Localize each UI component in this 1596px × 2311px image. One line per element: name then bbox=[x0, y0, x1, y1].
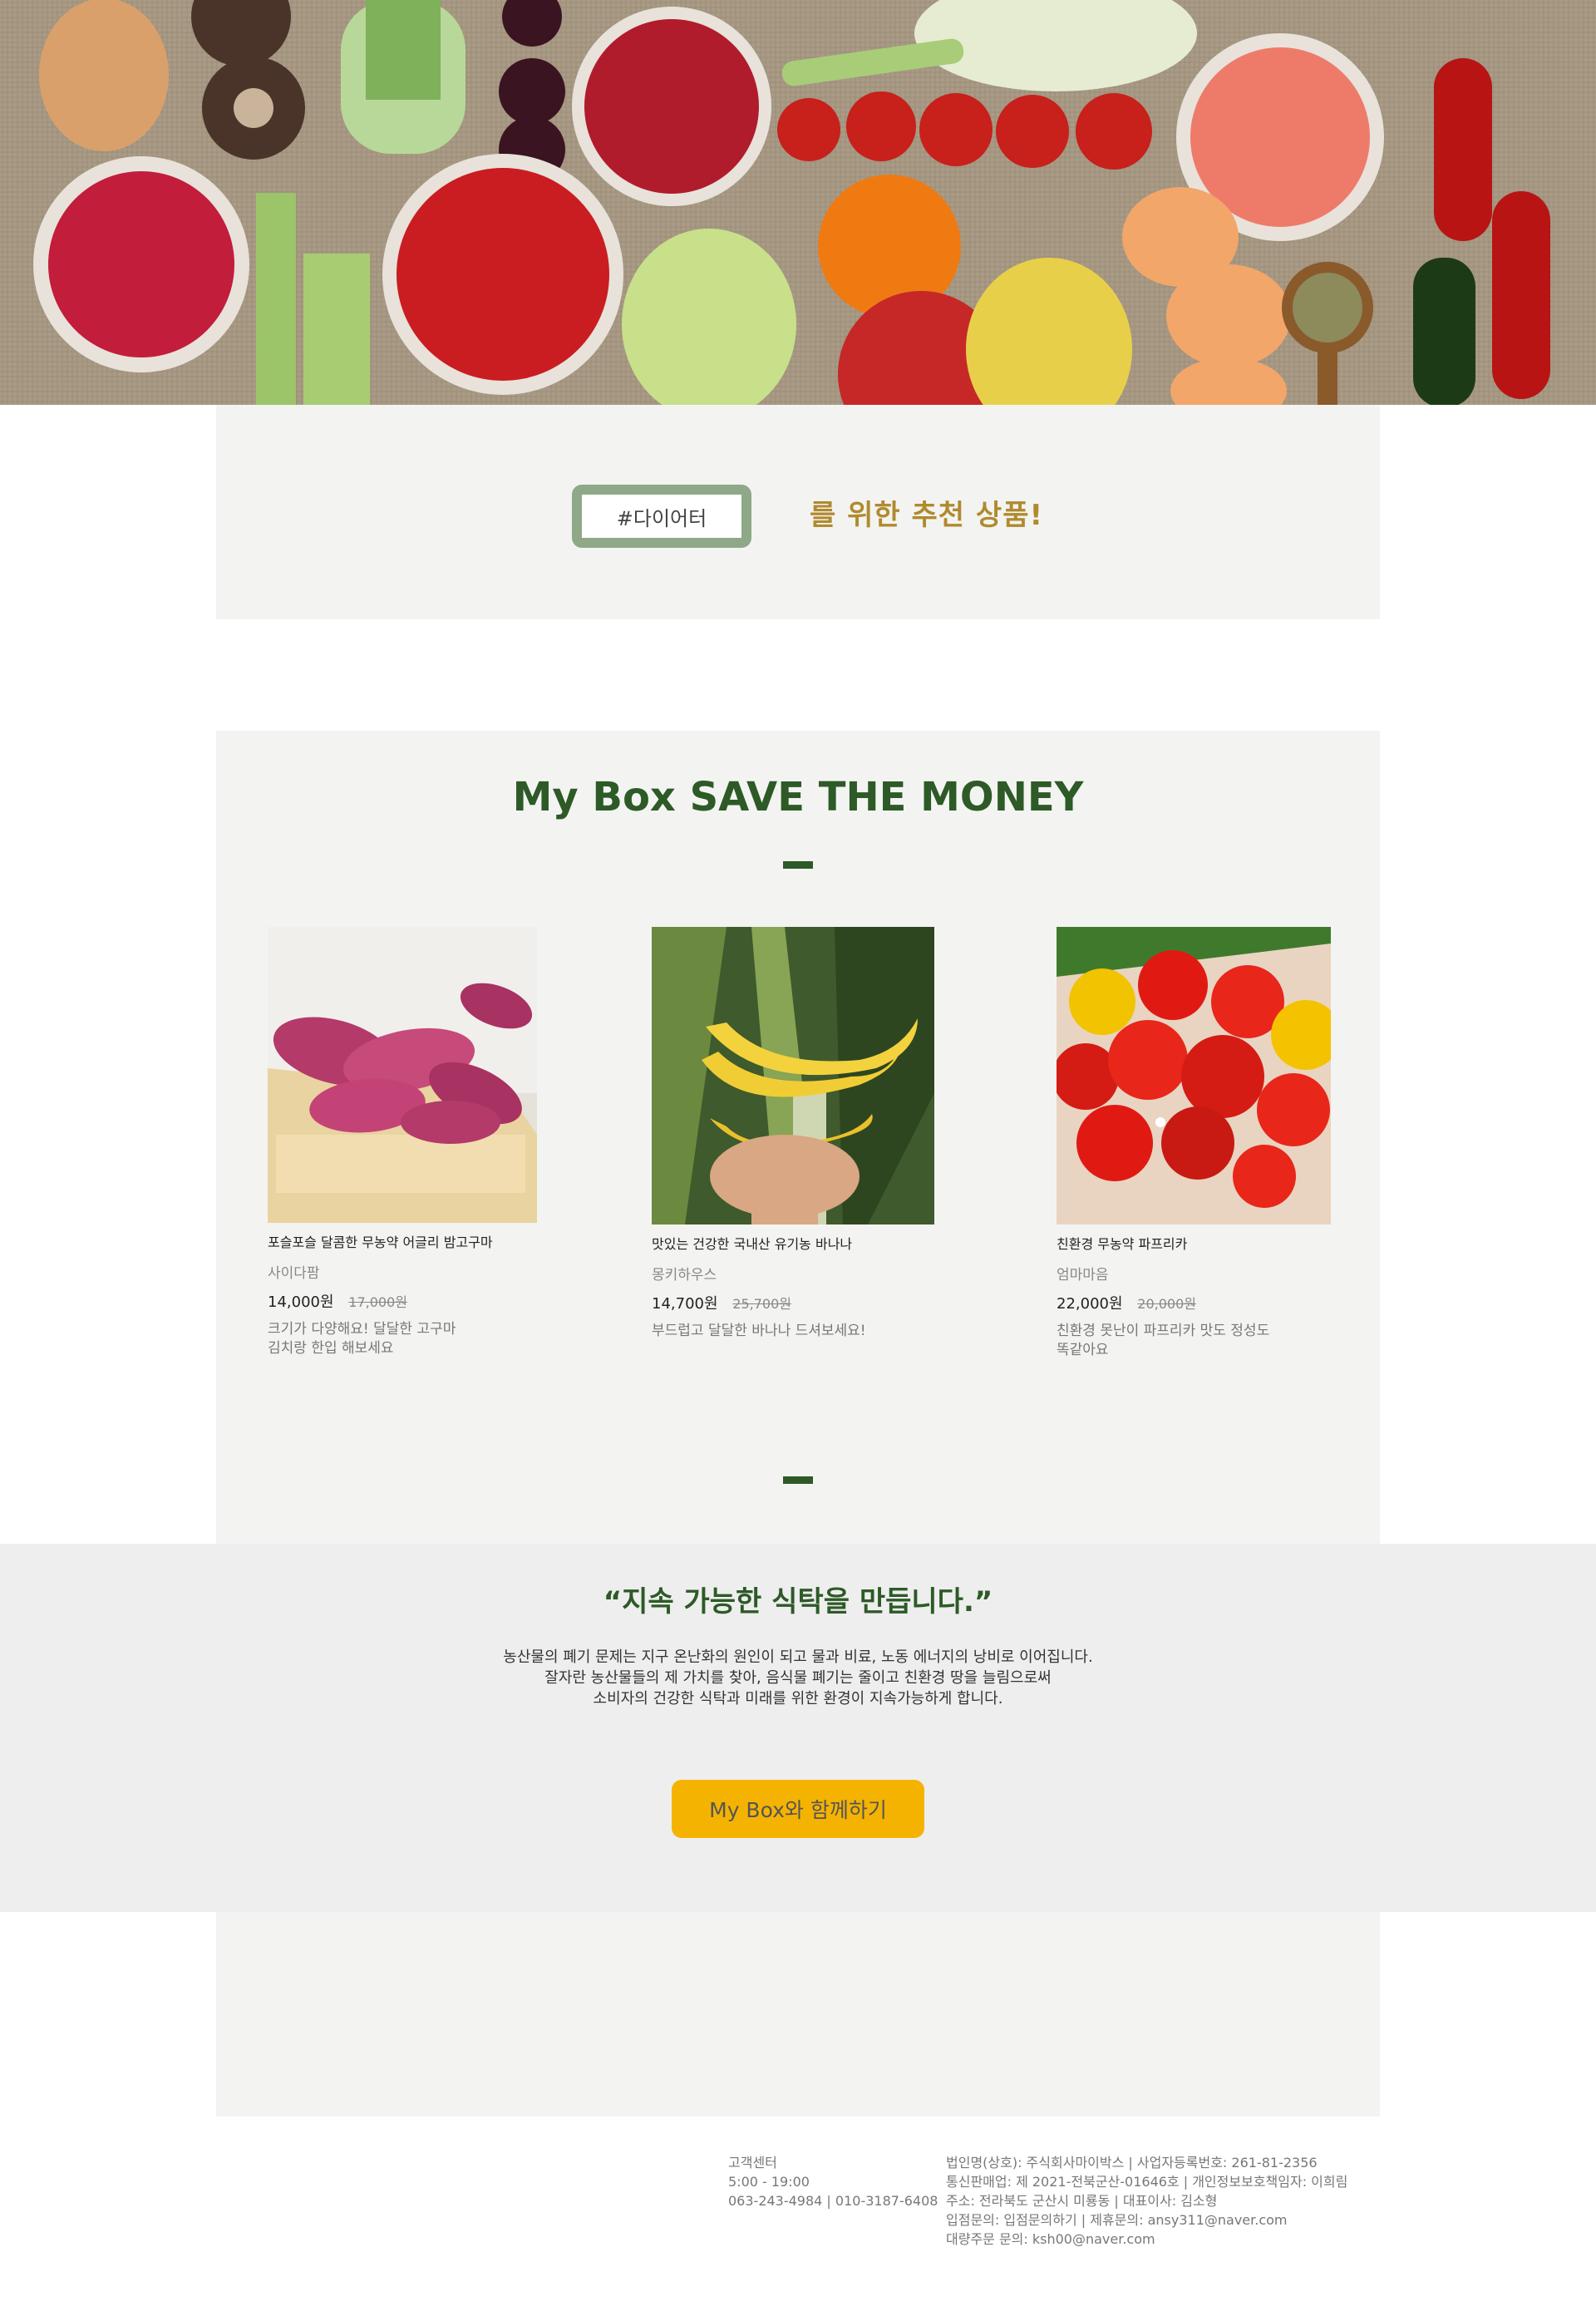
product-name[interactable]: 포슬포슬 달콤한 무농약 어글리 밤고구마 bbox=[268, 1231, 550, 1251]
cs-hours: 5:00 - 19:00 bbox=[728, 2174, 810, 2190]
description-line: 똑같아요 bbox=[1057, 1342, 1109, 1358]
sale-price: 22,000원 bbox=[1057, 1295, 1123, 1313]
price-row: 14,700원 25,700원 bbox=[652, 1292, 934, 1313]
content-placeholder bbox=[216, 1912, 1380, 2116]
mission-line: 소비자의 건강한 식탁과 미래를 위한 환경이 지속가능하게 합니다. bbox=[593, 1690, 1003, 1707]
sale-price: 14,700원 bbox=[652, 1295, 718, 1313]
product-card[interactable]: 포슬포슬 달콤한 무농약 어글리 밤고구마 사이다팜 14,000원 17,00… bbox=[268, 927, 550, 1358]
company-info: 법인명(상호): 주식회사마이박스 | 사업자등록번호: 261-81-2356… bbox=[946, 2153, 1347, 2249]
product-image-banana[interactable] bbox=[652, 927, 934, 1224]
product-name[interactable]: 친환경 무농약 파프리카 bbox=[1057, 1233, 1339, 1253]
original-price: 20,000원 bbox=[1137, 1296, 1196, 1312]
recommendation-text: 를 위한 추천 상품! bbox=[810, 499, 1043, 532]
product-description: 크기가 다양해요! 달달한 고구마 김치랑 한입 해보세요 bbox=[268, 1320, 550, 1358]
title-divider bbox=[783, 861, 813, 869]
hashtag-label: #다이어터 bbox=[616, 506, 707, 530]
price-row: 22,000원 20,000원 bbox=[1057, 1292, 1339, 1313]
product-description: 부드럽고 달달한 바나나 드셔보세요! bbox=[652, 1322, 934, 1341]
seller-name: 몽키하우스 bbox=[652, 1267, 717, 1284]
mission-text: 농산물의 폐기 문제는 지구 온난화의 원인이 되고 물과 비료, 노동 에너지… bbox=[0, 1647, 1596, 1709]
product-image-paprika[interactable] bbox=[1057, 927, 1331, 1224]
product-image-sweet-potato[interactable] bbox=[268, 927, 537, 1223]
seller-name: 엄마마음 bbox=[1057, 1267, 1109, 1284]
bulk-order-info: 대량주문 문의: ksh00@naver.com bbox=[946, 2231, 1155, 2247]
section-divider bbox=[783, 1476, 813, 1484]
product-name[interactable]: 맛있는 건강한 국내산 유기농 바나나 bbox=[652, 1233, 934, 1253]
mission-title: “지속 가능한 식탁을 만듭니다.” bbox=[603, 1585, 993, 1619]
description-line: 친환경 못난이 파프리카 맛도 정성도 bbox=[1057, 1323, 1270, 1339]
sale-price: 14,000원 bbox=[268, 1293, 334, 1311]
hero-vegetables-image bbox=[0, 0, 1596, 405]
description-line: 크기가 다양해요! 달달한 고구마 bbox=[268, 1321, 456, 1338]
recommendation-banner: #다이어터 를 위한 추천 상품! bbox=[216, 405, 1380, 619]
price-row: 14,000원 17,000원 bbox=[268, 1290, 550, 1312]
license-info: 통신판매업: 제 2021-전북군산-01646호 | 개인정보보호책임자: 이… bbox=[946, 2174, 1348, 2190]
description-line: 김치랑 한입 해보세요 bbox=[268, 1340, 394, 1357]
join-mybox-button[interactable]: My Box와 함께하기 bbox=[672, 1780, 924, 1838]
mission-section: “지속 가능한 식탁을 만듭니다.” 농산물의 폐기 문제는 지구 온난화의 원… bbox=[0, 1544, 1596, 1912]
original-price: 17,000원 bbox=[348, 1294, 407, 1310]
cs-title: 고객센터 bbox=[728, 2155, 777, 2171]
mission-line: 잘자란 농산물들의 제 가치를 찾아, 음식물 폐기는 줄이고 친환경 땅을 늘… bbox=[544, 1669, 1052, 1687]
mission-line: 농산물의 폐기 문제는 지구 온난화의 원인이 되고 물과 비료, 노동 에너지… bbox=[503, 1648, 1093, 1666]
description-line: 부드럽고 달달한 바나나 드셔보세요! bbox=[652, 1323, 866, 1339]
product-card[interactable]: 친환경 무농약 파프리카 엄마마음 22,000원 20,000원 친환경 못난… bbox=[1057, 927, 1339, 1360]
seller-name: 사이다팜 bbox=[268, 1265, 320, 1282]
product-card[interactable]: 맛있는 건강한 국내산 유기농 바나나 몽키하우스 14,700원 25,700… bbox=[652, 927, 934, 1341]
inquiry-info: 입점문의: 입점문의하기 | 제휴문의: ansy311@naver.com bbox=[946, 2212, 1288, 2228]
company-name: 법인명(상호): 주식회사마이박스 | 사업자등록번호: 261-81-2356 bbox=[946, 2155, 1318, 2171]
section-title: My Box SAVE THE MONEY bbox=[512, 774, 1084, 820]
hashtag-badge[interactable]: #다이어터 bbox=[572, 485, 751, 548]
product-description: 친환경 못난이 파프리카 맛도 정성도 똑같아요 bbox=[1057, 1322, 1339, 1360]
original-price: 25,700원 bbox=[732, 1296, 791, 1312]
address-info: 주소: 전라북도 군산시 미룡동 | 대표이사: 김소형 bbox=[946, 2193, 1218, 2209]
cs-phone: 063-243-4984 | 010-3187-6408 bbox=[728, 2193, 938, 2209]
hero-banner bbox=[0, 0, 1596, 405]
products-section: My Box SAVE THE MONEY 포슬포슬 달콤한 무농약 어글리 밤… bbox=[216, 731, 1380, 1544]
customer-center: 고객센터 5:00 - 19:00 063-243-4984 | 010-318… bbox=[728, 2153, 938, 2210]
